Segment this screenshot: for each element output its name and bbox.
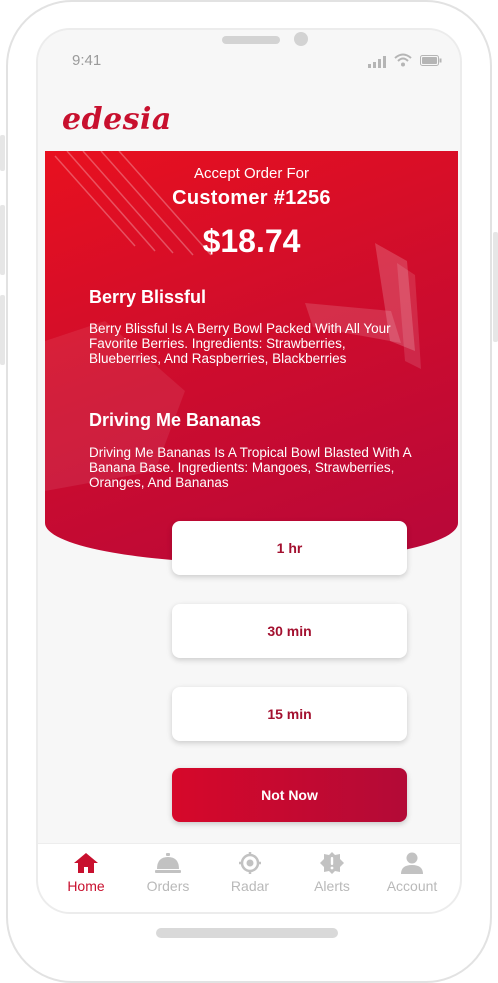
home-indicator[interactable] bbox=[156, 928, 338, 938]
cloche-icon bbox=[155, 853, 181, 873]
time-option-1hr-button[interactable]: 1 hr bbox=[172, 521, 407, 575]
tab-label: Account bbox=[386, 878, 438, 894]
item-name: Driving Me Bananas bbox=[89, 410, 262, 430]
item-description: Driving Me Bananas Is A Tropical Bowl Bl… bbox=[89, 445, 411, 490]
edesia-logo: edesia bbox=[62, 102, 172, 137]
front-camera bbox=[294, 32, 308, 46]
tab-account[interactable]: Account bbox=[372, 852, 452, 894]
wifi-icon bbox=[394, 53, 412, 67]
customer-id: Customer #1256 bbox=[172, 187, 331, 209]
time-option-15min-button[interactable]: 15 min bbox=[172, 687, 407, 741]
app-header: edesia bbox=[38, 90, 460, 152]
side-button-volume-down bbox=[0, 295, 5, 365]
order-price: $18.74 bbox=[202, 223, 301, 259]
app-screen: 9:41 edesia Accept Order For Customer #1… bbox=[38, 30, 460, 912]
status-time: 9:41 bbox=[72, 52, 102, 69]
alert-icon bbox=[320, 852, 344, 874]
speaker-grille bbox=[222, 36, 280, 44]
time-option-30min-button[interactable]: 30 min bbox=[172, 604, 407, 658]
side-button-power bbox=[493, 232, 498, 342]
home-icon bbox=[74, 853, 98, 873]
not-now-button[interactable]: Not Now bbox=[172, 768, 407, 822]
item-name: Berry Blissful bbox=[89, 287, 207, 307]
order-card: Accept Order For Customer #1256 $18.74 B… bbox=[45, 151, 458, 563]
side-button-mute bbox=[0, 135, 5, 171]
battery-icon bbox=[420, 55, 442, 66]
user-icon bbox=[401, 852, 423, 874]
tab-label: Home bbox=[67, 878, 105, 894]
tab-home[interactable]: Home bbox=[46, 852, 126, 894]
item-description: Berry Blissful Is A Berry Bowl Packed Wi… bbox=[89, 321, 391, 366]
status-bar: 9:41 bbox=[38, 30, 460, 90]
tab-label: Alerts bbox=[314, 878, 350, 894]
tab-label: Orders bbox=[146, 878, 190, 894]
radar-icon bbox=[239, 852, 261, 874]
signal-icon bbox=[368, 56, 386, 68]
side-button-volume-up bbox=[0, 205, 5, 275]
accept-order-label: Accept Order For bbox=[193, 165, 310, 182]
tab-orders[interactable]: Orders bbox=[128, 852, 208, 894]
bottom-tab-bar: Home Orders Radar Alerts Account bbox=[38, 843, 460, 912]
tab-alerts[interactable]: Alerts bbox=[292, 852, 372, 894]
tab-label: Radar bbox=[230, 878, 270, 894]
tab-radar[interactable]: Radar bbox=[210, 852, 290, 894]
